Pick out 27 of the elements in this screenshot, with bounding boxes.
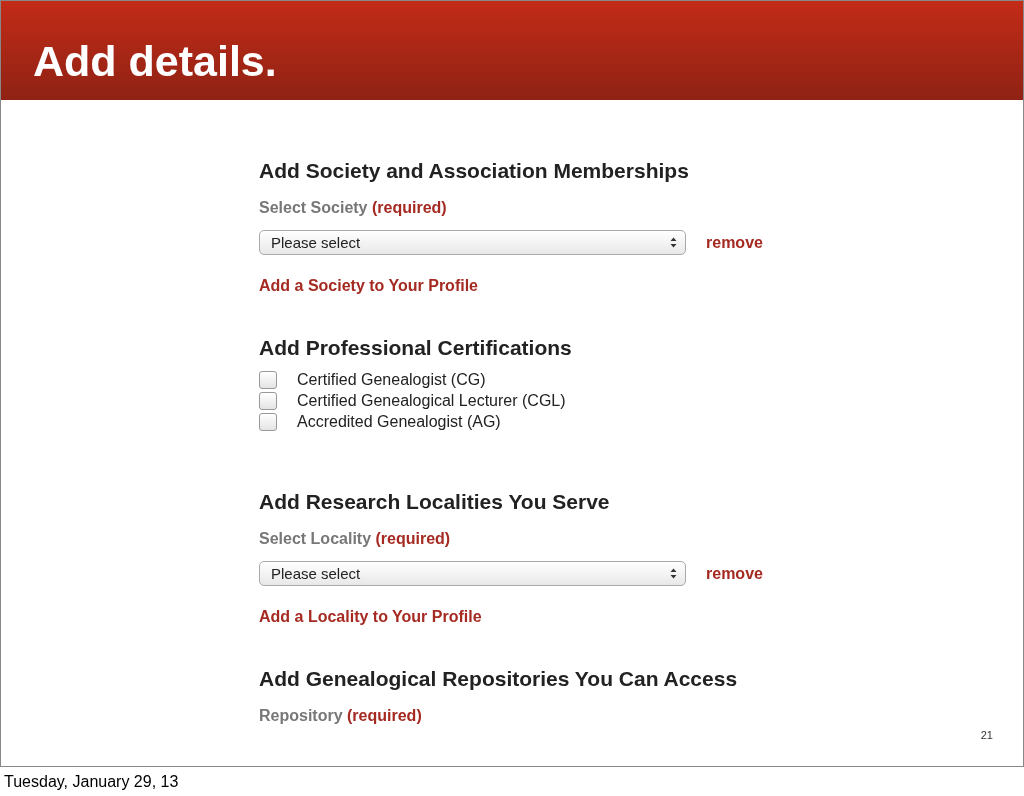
add-link[interactable]: Add a Locality to Your Profile [259,608,482,626]
select-dropdown[interactable]: Please select [259,561,686,586]
checkbox-label: Certified Genealogical Lecturer (CGL) [297,392,566,410]
checkbox-label: Accredited Genealogist (AG) [297,413,501,431]
stepper-arrows-icon [670,237,677,248]
required-marker: (required) [347,707,422,724]
section-heading: Add Society and Association Memberships [259,158,690,184]
checkbox[interactable] [259,413,277,431]
remove-link[interactable]: remove [706,233,763,252]
checkbox[interactable] [259,392,277,410]
remove-link[interactable]: remove [706,564,763,583]
field-label: Select Locality [259,530,372,547]
slide-title: Add details. [33,36,278,87]
field-label: Select Society [259,199,368,216]
section-heading: Add Research Localities You Serve [259,489,611,515]
section-heading: Add Professional Certifications [259,335,573,361]
stepper-arrows-icon [670,568,677,579]
page-number: 21 [980,729,993,741]
required-marker: (required) [375,530,451,547]
add-link[interactable]: Add a Society to Your Profile [259,277,478,295]
required-marker: (required) [371,199,447,216]
field-label: Repository [259,707,343,724]
select-dropdown[interactable]: Please select [259,230,686,255]
footer-date: Tuesday, January 29, 13 [4,772,179,791]
checkbox[interactable] [259,371,277,389]
section-heading: Add Genealogical Repositories You Can Access [259,666,739,692]
checkbox-label: Certified Genealogist (CG) [297,371,486,389]
